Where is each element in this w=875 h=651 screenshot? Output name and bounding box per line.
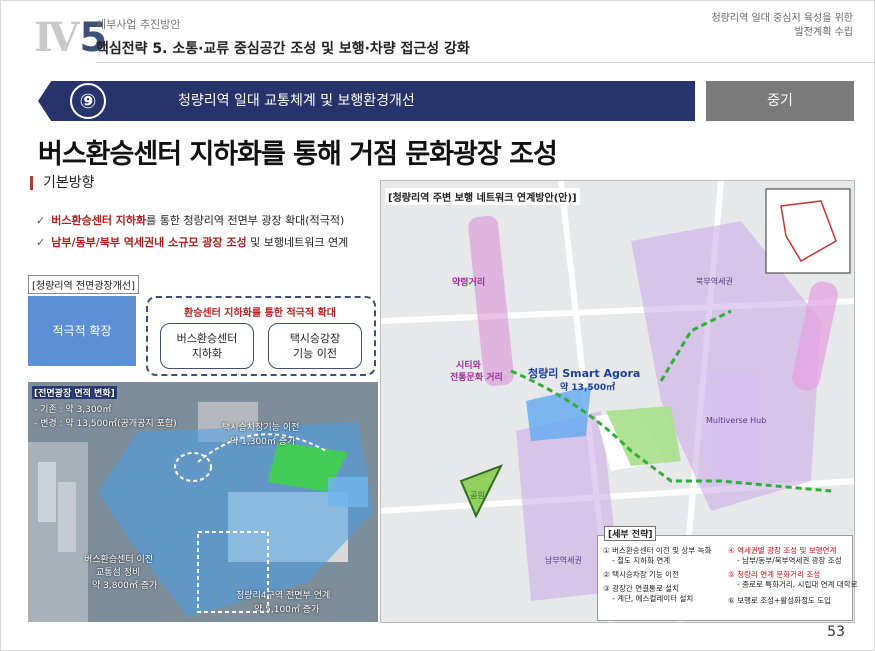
traffic-island-label: 교통섬 정비 <box>96 568 141 578</box>
legend-item-4: ④ 역세권별 광장 조성 및 보행연계 <box>728 546 837 555</box>
legend-item-6: ⑥ 보행로 조성+활성화정도 도입 <box>728 596 831 605</box>
legend-item-4-sub: - 남부/동부/북부역세권 광장 조성 <box>737 556 842 565</box>
taxi-area-label: 약 1,300㎡ 증가 <box>230 437 296 447</box>
smart-agora-area: 약 13,500㎡ <box>560 383 616 393</box>
bus-area-label: 약 3,800㎡ 증가 <box>92 581 158 591</box>
list-item: ✓ 버스환승센터 지하화를 통한 청량리역 전면부 광장 확대(적극적) <box>36 214 345 227</box>
project-number-badge: ⑨ <box>70 83 106 119</box>
project-title-bar: 청량리역 일대 교통체계 및 보행환경개선 <box>148 81 695 121</box>
legend-item-5: ⑤ 청량리 연계 문화거리 조성 <box>728 570 821 579</box>
area-change-title: [전면광장 면적 변화] <box>32 386 117 399</box>
legend-item-1: ① 버스환승센터 이전 및 상부 녹화 <box>603 546 712 555</box>
plaza-improvement-label: [청량리역 전면광장개선] <box>28 275 139 294</box>
main-title: 버스환승센터 지하화를 통해 거점 문화광장 조성 <box>38 139 558 170</box>
street-label-3: 전통문화 거리 <box>450 373 503 383</box>
redevelopment-label: 청량리4구역 전면부 연계 <box>236 591 331 601</box>
legend-title: [세부 전략] <box>604 526 657 541</box>
legend-item-3: ③ 광장간 연결통로 설치 <box>603 584 679 593</box>
report-title: 청량리역 일대 중심지 육성을 위한 발전계획 수립 <box>711 13 853 38</box>
area-before: - 기존 : 약 3,300㎡ <box>34 405 112 415</box>
basic-direction-list: ✓ 버스환승센터 지하화를 통한 청량리역 전면부 광장 확대(적극적) ✓ 남부/… <box>36 210 348 254</box>
north-station-label: 북부역세권 <box>696 277 733 286</box>
legend-item-3-sub: - 계단, 에스컬레이터 설치 <box>612 594 694 603</box>
taxi-relocation-label: 택시승차장기능 이전 <box>222 423 300 433</box>
legend-item-1-sub: - 철도 지하화 연계 <box>612 556 671 565</box>
check-icon: ✓ <box>36 236 46 249</box>
smart-agora-label: 청량리 Smart Agora <box>528 367 641 380</box>
south-station-label: 남부역세권 <box>545 556 582 565</box>
multiverse-hub-label: Multiverse Hub <box>706 416 767 425</box>
section-label: 세부사업 추진방안 <box>96 18 181 31</box>
map-title: [청량리역 주변 보행 네트워크 연계방안(안)] <box>385 188 580 205</box>
legend-item-2: ② 택시승차장 기능 이전 <box>603 570 679 579</box>
area-after: - 변경 : 약 13,500㎡(공개공지 포함) <box>34 419 177 429</box>
park-label: 공원 <box>470 491 485 500</box>
strategy-title: 핵심전략 5. 소통·교류 중심공간 조성 및 보행·차량 접근성 강화 <box>96 41 470 57</box>
basic-direction-heading: 기본방향 <box>30 176 95 190</box>
transfer-center-group-title: 환승센터 지하화를 통한 적극적 확대 <box>184 308 336 319</box>
legend-item-5-sub: - 종로로 특화거리, 시립대 연계 대학로 <box>737 580 858 589</box>
active-expansion-box: 적극적 확장 <box>28 296 136 366</box>
page-number: 53 <box>827 624 845 640</box>
taxi-stand-card: 택시승강장 기능 이전 <box>268 323 362 369</box>
redevelopment-area-label: 약 5,100㎡ 증가 <box>254 605 320 615</box>
check-icon: ✓ <box>36 214 46 227</box>
bus-transfer-card: 버스환승센터 지하화 <box>160 323 254 369</box>
term-badge: 중기 <box>706 81 854 121</box>
street-label-1: 약령거리 <box>452 278 486 288</box>
list-item: ✓ 남부/동부/북부 역세권내 소규모 광장 조성 및 보행네트워크 연계 <box>36 236 349 249</box>
header-divider <box>96 62 875 63</box>
bus-relocation-label: 버스환승센터 이전 <box>84 555 154 565</box>
